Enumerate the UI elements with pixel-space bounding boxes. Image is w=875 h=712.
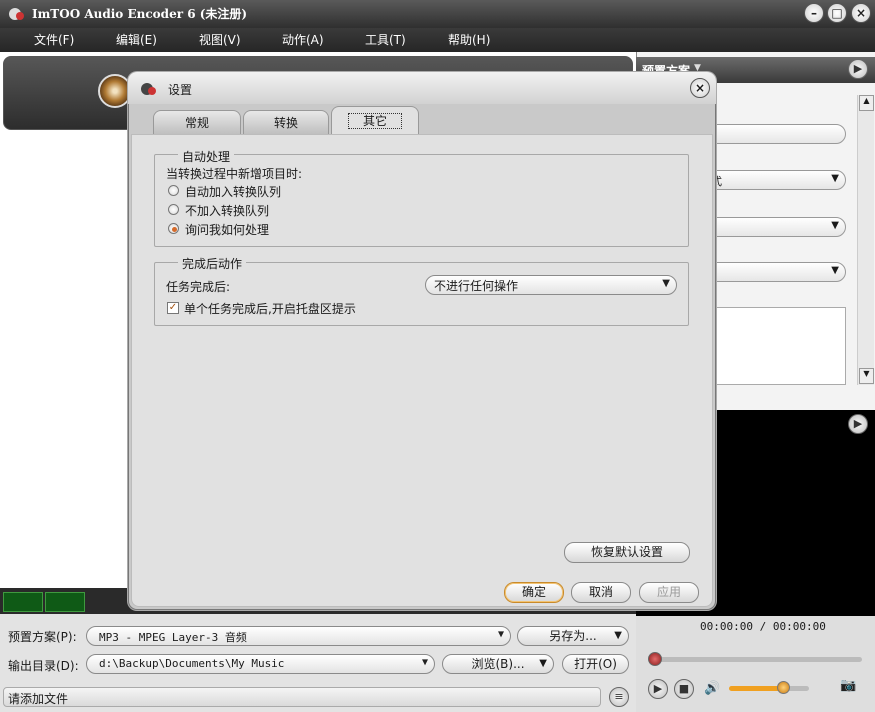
menu-edit[interactable]: 编辑(E) <box>116 31 157 48</box>
play-icon[interactable]: ▶ <box>648 679 668 699</box>
menu-file[interactable]: 文件(F) <box>34 31 74 48</box>
tab-general[interactable]: 常规 <box>153 110 241 135</box>
task-complete-value: 不进行任何操作 <box>434 279 519 293</box>
chevron-down-icon: ▼ <box>831 265 839 276</box>
radio-no-add[interactable] <box>168 204 179 215</box>
log-icon[interactable]: ≡ <box>609 687 629 707</box>
menu-bar: 文件(F) 编辑(E) 视图(V) 动作(A) 工具(T) 帮助(H) <box>0 28 875 52</box>
tray-notify-label[interactable]: 单个任务完成后,开启托盘区提示 <box>184 300 356 317</box>
snapshot-icon[interactable]: 📷 <box>840 678 860 696</box>
save-as-button[interactable]: 另存为... ▼ <box>517 626 629 646</box>
menu-action[interactable]: 动作(A) <box>282 31 324 48</box>
app-icon <box>9 8 24 20</box>
cancel-button[interactable]: 取消 <box>571 582 631 603</box>
tab-other[interactable]: 其它 <box>331 106 419 135</box>
seek-bar[interactable] <box>650 657 862 662</box>
radio-auto-add-label[interactable]: 自动加入转换队列 <box>185 183 281 200</box>
chevron-down-icon: ▼ <box>421 657 428 668</box>
after-complete-legend: 完成后动作 <box>178 255 247 272</box>
dialog-title: 设置 <box>168 83 193 97</box>
preset-label: 预置方案(P): <box>8 630 77 644</box>
browse-label: 浏览(B)... <box>471 657 525 671</box>
dialog-title-bar: 设置 × <box>128 72 716 104</box>
expand-arrow-icon[interactable]: ▶ <box>848 59 868 79</box>
status-bar: 请添加文件 <box>3 687 601 707</box>
radio-ask-me-label[interactable]: 询问我如何处理 <box>185 221 269 238</box>
ok-button[interactable]: 确定 <box>504 582 564 603</box>
task-complete-label: 任务完成后: <box>166 280 231 294</box>
preset-description-box[interactable] <box>700 307 846 385</box>
auto-process-prompt: 当转换过程中新增项目时: <box>166 167 303 181</box>
radio-ask-me[interactable] <box>168 223 179 234</box>
dialog-close-icon[interactable]: × <box>690 78 710 98</box>
close-button[interactable]: × <box>851 3 871 23</box>
level-meter-left <box>3 592 43 612</box>
preset-option-select-2[interactable]: ▼ <box>700 262 846 282</box>
output-label: 输出目录(D): <box>8 659 79 673</box>
chevron-down-icon[interactable]: ▼ <box>614 627 622 645</box>
browse-button[interactable]: 浏览(B)... ▼ <box>442 654 554 674</box>
maximize-button[interactable]: □ <box>827 3 847 23</box>
output-dir-select[interactable]: d:\Backup\Documents\My Music ▼ <box>86 654 435 674</box>
minimize-button[interactable]: – <box>804 3 824 23</box>
menu-help[interactable]: 帮助(H) <box>448 31 490 48</box>
menu-view[interactable]: 视图(V) <box>199 31 241 48</box>
radio-no-add-label[interactable]: 不加入转换队列 <box>185 202 269 219</box>
preset-select-value: MP3 - MPEG Layer-3 音频 <box>99 631 247 644</box>
chevron-down-icon[interactable]: ▼ <box>539 655 547 673</box>
volume-icon[interactable]: 🔊 <box>704 681 720 696</box>
auto-process-legend: 自动处理 <box>178 148 235 165</box>
chevron-down-icon: ▼ <box>662 278 670 289</box>
disc-icon <box>98 74 132 108</box>
tab-convert[interactable]: 转换 <box>243 110 329 135</box>
restore-defaults-button[interactable]: 恢复默认设置 <box>564 542 690 563</box>
stop-icon[interactable]: ■ <box>674 679 694 699</box>
preset-option-select-1[interactable]: ▼ <box>700 217 846 237</box>
apply-button[interactable]: 应用 <box>639 582 699 603</box>
preview-expand-icon[interactable]: ▶ <box>848 414 868 434</box>
radio-auto-add[interactable] <box>168 185 179 196</box>
task-complete-select[interactable]: 不进行任何操作 ▼ <box>425 275 677 295</box>
level-meter-right <box>45 592 85 612</box>
chevron-down-icon: ▼ <box>831 173 839 184</box>
dialog-app-icon <box>141 83 156 95</box>
scroll-down-icon[interactable]: ▼ <box>859 368 874 384</box>
open-button[interactable]: 打开(O) <box>562 654 629 674</box>
save-as-label: 另存为... <box>549 629 597 643</box>
chevron-down-icon: ▼ <box>831 220 839 231</box>
output-dir-value: d:\Backup\Documents\My Music <box>99 657 285 670</box>
time-readout: 00:00:00 / 00:00:00 <box>700 620 826 633</box>
chevron-down-icon: ▼ <box>497 629 504 640</box>
menu-tools[interactable]: 工具(T) <box>365 31 406 48</box>
preset-format-select[interactable]: 式 ▼ <box>700 170 846 190</box>
volume-handle[interactable] <box>777 681 790 694</box>
preset-name-field[interactable] <box>700 124 846 144</box>
volume-slider[interactable] <box>729 686 809 691</box>
seek-handle[interactable] <box>648 652 662 666</box>
preset-scrollbar[interactable]: ▲ ▼ <box>857 95 874 385</box>
scroll-up-icon[interactable]: ▲ <box>859 95 874 111</box>
window-title: ImTOO Audio Encoder 6 (未注册) <box>32 7 248 21</box>
tray-notify-checkbox[interactable]: ✓ <box>167 302 179 314</box>
tab-other-label: 其它 <box>347 113 402 129</box>
preset-select[interactable]: MP3 - MPEG Layer-3 音频 ▼ <box>86 626 511 646</box>
title-bar: ImTOO Audio Encoder 6 (未注册) – □ × <box>0 0 875 28</box>
